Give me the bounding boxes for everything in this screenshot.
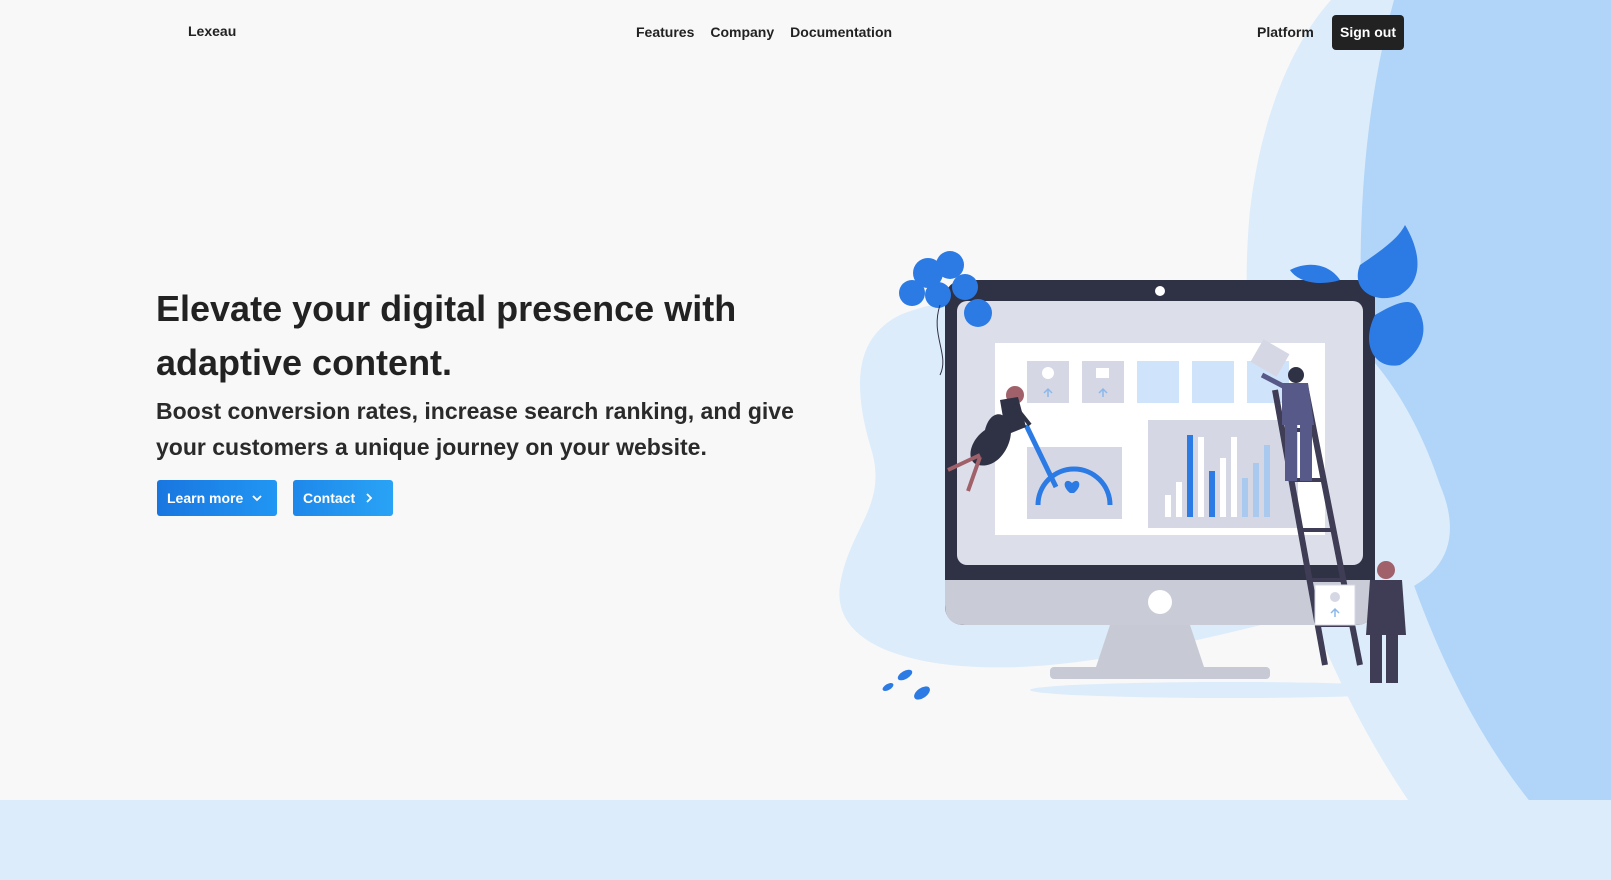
nav-right: Platform (1257, 23, 1314, 42)
monitor-stand (1095, 625, 1205, 670)
monitor-button (1148, 590, 1172, 614)
nav-link-company[interactable]: Company (710, 23, 774, 41)
hero-illustration (839, 225, 1450, 700)
monitor-camera (1155, 286, 1165, 296)
nav-link-platform[interactable]: Platform (1257, 24, 1314, 40)
chevron-right-icon (366, 493, 373, 503)
nav-link-documentation[interactable]: Documentation (790, 23, 892, 41)
main-nav: Features Company Documentation (636, 23, 892, 41)
floor-shadow (1030, 682, 1430, 698)
falling-leaves (882, 669, 930, 700)
monitor-base (1050, 667, 1270, 679)
bottom-section-band (0, 800, 1611, 880)
contact-label: Contact (303, 490, 356, 506)
brand-logo[interactable]: Lexeau (188, 23, 236, 39)
learn-more-button[interactable]: Learn more (157, 480, 277, 516)
hero-title: Elevate your digital presence with adapt… (156, 288, 737, 383)
sign-out-button[interactable]: Sign out (1332, 15, 1404, 50)
hero-subtitle: Boost conversion rates, increase search … (156, 398, 794, 460)
nav-link-features[interactable]: Features (636, 23, 694, 41)
top-navbar: Lexeau Features Company Documentation Pl… (0, 0, 1611, 64)
contact-button[interactable]: Contact (293, 480, 393, 516)
learn-more-label: Learn more (167, 490, 244, 506)
chevron-down-icon (252, 495, 262, 502)
